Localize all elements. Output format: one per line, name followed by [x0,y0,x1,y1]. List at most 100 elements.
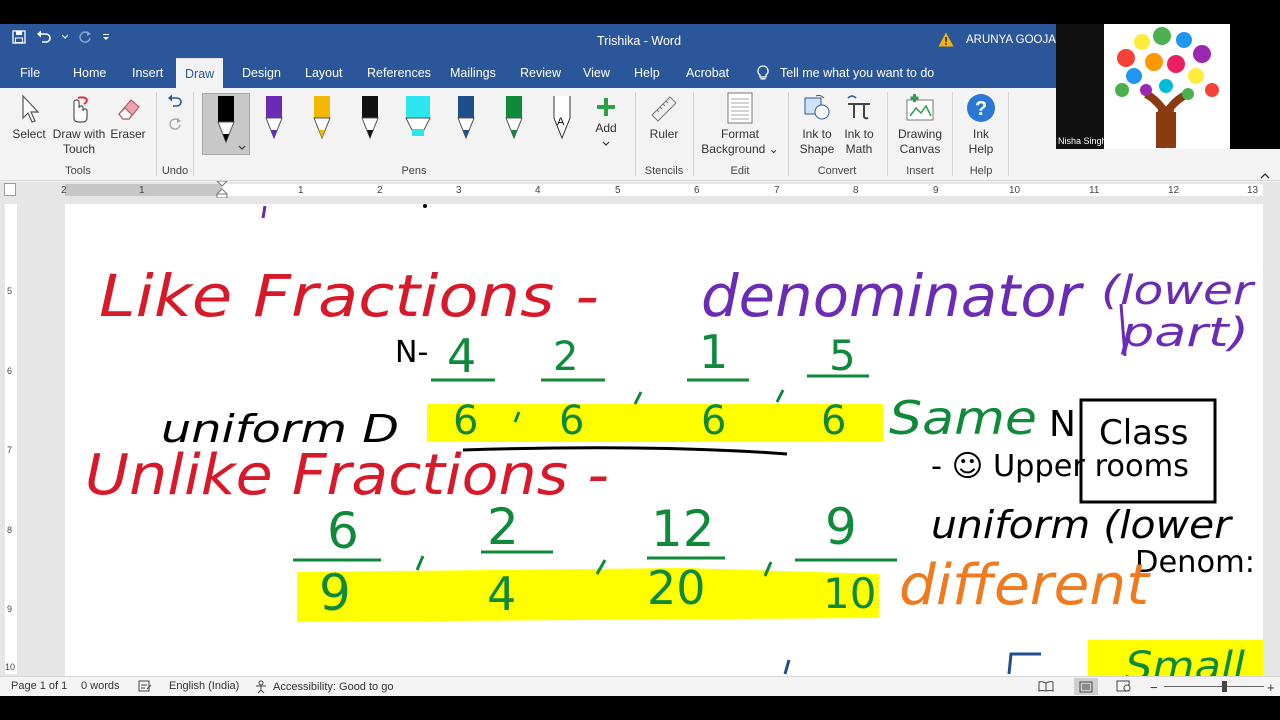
ink-denom: Denom: [1135,545,1255,580]
read-mode-icon[interactable] [1038,680,1054,692]
tab-references[interactable]: References [358,58,440,88]
like-num-1: 4 [447,329,476,383]
eraser-icon [118,99,140,120]
vertical-scrollbar[interactable] [1264,198,1280,676]
draw-with-touch-button[interactable]: Draw with Touch [50,94,108,157]
document-page[interactable]: Like Fractions - denominator (lower part… [65,204,1263,676]
chevron-down-icon [602,141,610,146]
separator [156,92,157,176]
ink-small: Small [1125,644,1245,676]
tab-layout[interactable]: Layout [296,58,352,88]
vertical-ruler[interactable]: 5 6 7 8 9 10 [0,198,22,676]
tab-mailings[interactable]: Mailings [441,58,505,88]
participant-video-tree [1104,24,1230,149]
help-icon: ? [967,94,995,122]
ribbon-redo-button[interactable] [165,116,185,136]
separator [635,92,636,176]
zoom-in-button[interactable]: + [1267,680,1275,695]
like-den-1: 6 [453,398,478,444]
tab-design[interactable]: Design [233,58,290,88]
ink-to-shape-button[interactable]: Ink to Shape [798,92,836,157]
indent-marker-icon[interactable] [216,181,228,199]
pen-gold[interactable] [302,94,342,146]
ink-lower: (lower [1101,268,1256,314]
word-count[interactable]: 0 words [81,680,120,692]
ruler-button[interactable]: Ruler [645,94,683,142]
like-den-4: 6 [821,398,846,444]
like-num-2: 2 [553,334,578,380]
select-button[interactable]: Select [12,94,46,142]
unlike-den-3: 20 [647,561,706,615]
pen-purple[interactable] [254,94,294,146]
add-pen-button[interactable]: Add [590,96,622,151]
pen-icon [457,96,475,140]
group-label-tools: Tools [65,165,91,177]
ribbon-undo-button[interactable] [165,94,185,112]
tab-home[interactable]: Home [64,58,115,88]
zoom-slider-thumb[interactable] [1222,681,1227,692]
unlike-num-2: 2 [487,498,519,556]
account-name[interactable]: ARUNYA GOOJAR [966,34,1064,46]
document-title: Trishika - Word [597,34,682,48]
separator [1008,92,1009,176]
warning-icon[interactable] [938,32,954,52]
touch-draw-icon [73,96,88,123]
plus-icon [597,98,615,116]
highlight-unlike-dens [297,568,879,622]
select-cursor-icon [22,94,40,123]
unlike-den-4: 10 [823,569,876,618]
tab-acrobat[interactable]: Acrobat [677,58,738,88]
lightbulb-icon [757,65,769,80]
pen-blue[interactable] [446,94,486,146]
tab-selector[interactable] [4,183,16,196]
eraser-button[interactable]: Eraser [110,94,146,142]
zoom-slider[interactable] [1164,686,1264,687]
like-num-4: 5 [829,331,856,380]
ink-class: Class [1099,413,1188,453]
pencil-text[interactable]: A [542,94,582,146]
pen-black-selected[interactable] [202,93,250,155]
tab-view[interactable]: View [574,58,619,88]
horizontal-ruler[interactable]: 2 1 1 2 3 4 5 6 7 8 9 10 11 12 13 [0,181,1280,199]
proofing-icon[interactable] [138,680,152,692]
undo-icon[interactable] [36,30,52,44]
ruler-icon [651,96,677,122]
tab-review[interactable]: Review [511,58,570,88]
svg-text:A: A [557,116,565,128]
web-layout-icon[interactable] [1116,680,1132,692]
status-bar: Page 1 of 1 0 words English (India) Acce… [0,676,1280,696]
redo-icon[interactable] [78,30,92,44]
customize-qat-icon[interactable] [102,33,110,41]
svg-text:?: ? [975,98,987,120]
pen-icon [217,96,246,150]
ink-stroke [261,205,267,219]
group-label-insert: Insert [906,165,934,177]
save-icon[interactable] [12,30,26,44]
ink-to-math-button[interactable]: Ink to Math [840,92,878,157]
hand-tree-image [1104,24,1230,149]
ink-part: part) [1120,310,1249,356]
pen-green[interactable] [494,94,534,146]
highlighter-cyan[interactable] [398,94,438,146]
unlike-num-4: 9 [825,498,857,556]
ink-help-button[interactable]: ? Ink Help [962,92,1000,157]
print-layout-icon[interactable] [1074,678,1098,695]
tell-me-box[interactable]: Tell me what you want to do [756,65,934,81]
tab-help[interactable]: Help [625,58,669,88]
format-background-button[interactable]: Format Background ⌄ [700,92,780,157]
pen-black-2[interactable] [350,94,390,146]
drawing-canvas-button[interactable]: Drawing Canvas [896,92,944,157]
tab-file[interactable]: File [11,58,49,88]
page-count[interactable]: Page 1 of 1 [11,680,67,692]
group-label-help: Help [969,165,993,177]
ink-canvas[interactable]: Like Fractions - denominator (lower part… [65,204,1263,676]
language[interactable]: English (India) [169,680,239,692]
tab-insert[interactable]: Insert [123,58,172,88]
accessibility-status[interactable]: Accessibility: Good to go [254,680,393,694]
zoom-out-button[interactable]: − [1150,680,1158,695]
screen: Trishika - Word ARUNYA GOOJAR File Home … [0,0,1280,720]
separator [693,92,694,176]
undo-dropdown-icon[interactable] [62,34,68,40]
tab-draw[interactable]: Draw [176,58,224,88]
separator [952,92,953,176]
